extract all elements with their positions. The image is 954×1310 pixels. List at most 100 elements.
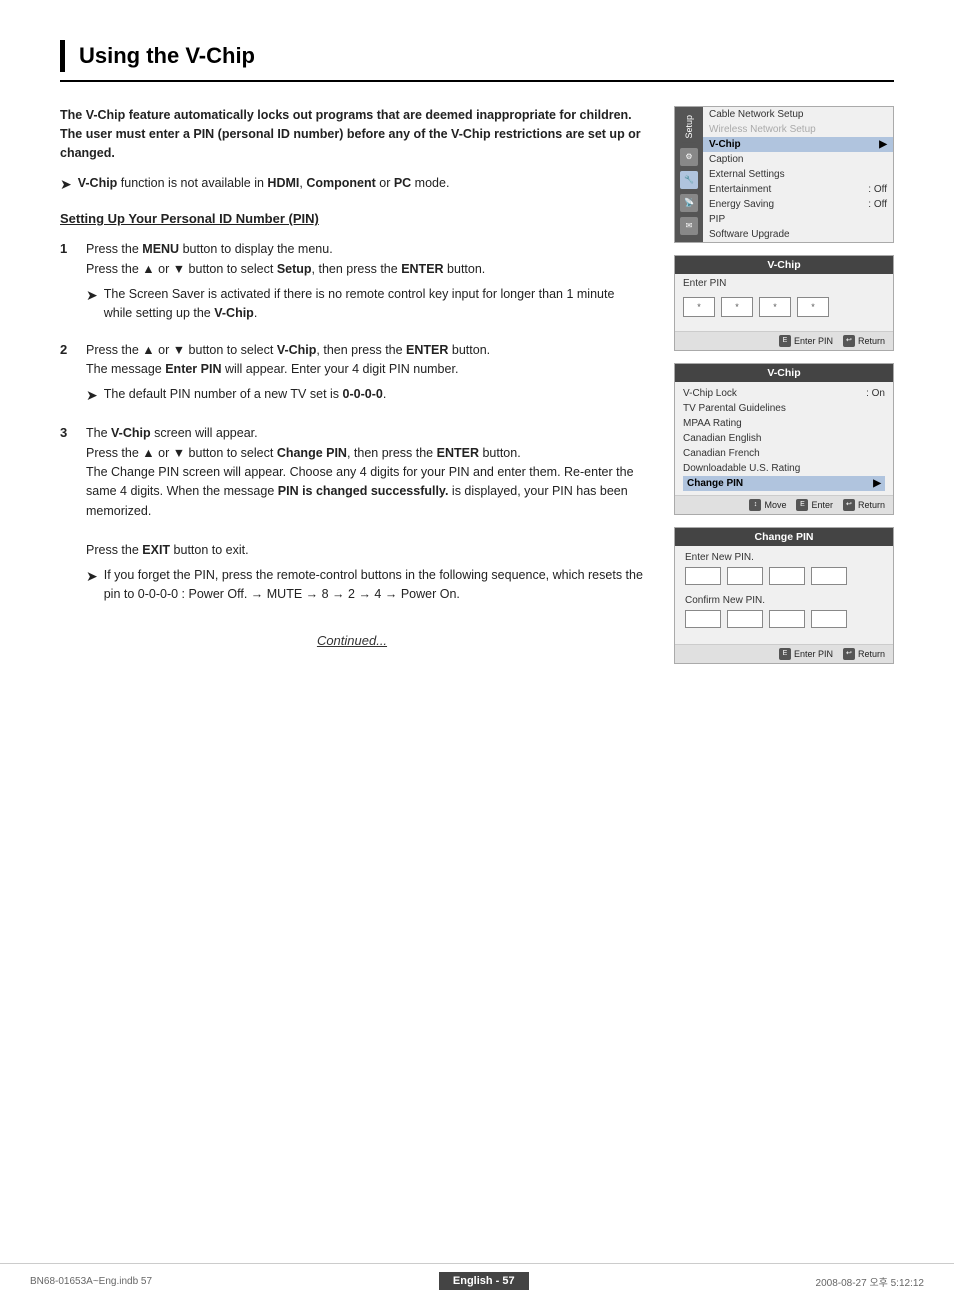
page-title: Using the V-Chip — [79, 43, 255, 69]
section-heading: Setting Up Your Personal ID Number (PIN) — [60, 211, 644, 226]
main-layout: The V-Chip feature automatically locks o… — [60, 106, 894, 664]
footer-enter-label: Enter — [811, 500, 833, 510]
vchip-note-bold2: HDMI — [267, 176, 299, 190]
sidebar-icon-4: ✉ — [680, 217, 698, 235]
confirm-pin-box-3 — [769, 610, 805, 628]
step-3-number: 3 — [60, 424, 76, 603]
vchip-downloadable-row: Downloadable U.S. Rating — [683, 461, 885, 476]
step-1-content: Press the MENU button to display the men… — [86, 240, 644, 322]
confirm-pin-box-1 — [685, 610, 721, 628]
step-3-note-text: If you forget the PIN, press the remote-… — [104, 566, 644, 604]
return-icon: ↩ — [843, 335, 855, 347]
setup-label: Setup — [682, 111, 696, 143]
menu-item-external: External Settings — [703, 167, 893, 182]
pin-box-3: * — [759, 297, 791, 317]
step-3-note: ➤ If you forget the PIN, press the remot… — [86, 566, 644, 604]
vchip-changepin-row: Change PIN▶ — [683, 476, 885, 491]
footer-return-label: Return — [858, 336, 885, 346]
footer-move: ↕ Move — [749, 499, 786, 511]
menu-item-energy: Energy Saving: Off — [703, 197, 893, 212]
enter-pin-label: Enter PIN — [683, 278, 885, 289]
footer-enterpin2-label: Enter PIN — [794, 649, 833, 659]
new-pin-box-4 — [811, 567, 847, 585]
changepin-body: Enter New PIN. Confirm New PIN. — [675, 546, 893, 644]
vchip-screen2-footer: E Enter PIN ↩ Return — [675, 331, 893, 350]
step-2-note-text: The default PIN number of a new TV set i… — [104, 385, 387, 404]
menu-item-entertainment: Entertainment: Off — [703, 182, 893, 197]
vchip-note-bold3: Component — [306, 176, 375, 190]
vchip-screen3-body: V-Chip Lock: On TV Parental Guidelines M… — [675, 382, 893, 495]
bottom-left-text: BN68-01653A~Eng.indb 57 — [30, 1276, 152, 1287]
step-1-arrow-icon: ➤ — [86, 285, 98, 306]
confirm-pin-box-2 — [727, 610, 763, 628]
screenshot-changepin: Change PIN Enter New PIN. Confirm New PI… — [674, 527, 894, 664]
screenshot-vchip-enterpin: V-Chip Enter PIN * * * * E Enter PIN — [674, 255, 894, 351]
step-3: 3 The V-Chip screen will appear. Press t… — [60, 424, 644, 603]
footer-enterpin2: E Enter PIN — [779, 648, 833, 660]
new-pin-box-2 — [727, 567, 763, 585]
vchip-lock-row: V-Chip Lock: On — [683, 386, 885, 401]
confirm-pin-box-4 — [811, 610, 847, 628]
step-2: 2 Press the ▲ or ▼ button to select V-Ch… — [60, 341, 644, 407]
return3-icon: ↩ — [843, 648, 855, 660]
menu-item-vchip: V-Chip▶ — [703, 137, 893, 152]
title-bar-decoration — [60, 40, 65, 72]
vchip-note-bold4: PC — [394, 176, 411, 190]
arrow-icon: ➤ — [60, 176, 72, 193]
return2-icon: ↩ — [843, 499, 855, 511]
pin-box-1: * — [683, 297, 715, 317]
footer-enterpin-label: Enter PIN — [794, 336, 833, 346]
step-2-content: Press the ▲ or ▼ button to select V-Chip… — [86, 341, 644, 407]
confirm-new-pin-label: Confirm New PIN. — [685, 595, 883, 606]
screenshot-setup-menu: Setup ⚙ 🔧 📡 ✉ Cable Network Setup Wirele… — [674, 106, 894, 243]
title-section: Using the V-Chip — [60, 40, 894, 82]
vchip-screen2-title: V-Chip — [675, 256, 893, 274]
step-2-note: ➤ The default PIN number of a new TV set… — [86, 385, 644, 406]
vchip-screen3-title: V-Chip — [675, 364, 893, 382]
step-1: 1 Press the MENU button to display the m… — [60, 240, 644, 322]
enterpin-icon: E — [779, 335, 791, 347]
bottom-bar: BN68-01653A~Eng.indb 57 English - 57 200… — [0, 1263, 954, 1290]
pin-box-4: * — [797, 297, 829, 317]
menu-item-cable: Cable Network Setup — [703, 107, 893, 122]
vchip-screen3-footer: ↕ Move E Enter ↩ Return — [675, 495, 893, 514]
page-number: English - 57 — [439, 1272, 529, 1290]
new-pin-boxes — [685, 567, 883, 585]
continued-text: Continued... — [60, 633, 644, 648]
intro-text-bold: The V-Chip feature automatically locks o… — [60, 108, 641, 160]
vchip-note: ➤ V-Chip function is not available in HD… — [60, 176, 644, 193]
page: Using the V-Chip The V-Chip feature auto… — [0, 0, 954, 1310]
new-pin-box-3 — [769, 567, 805, 585]
setup-menu-items: Cable Network Setup Wireless Network Set… — [703, 107, 893, 242]
enterpin2-icon: E — [779, 648, 791, 660]
new-pin-box-1 — [685, 567, 721, 585]
sidebar-icon-1: ⚙ — [680, 148, 698, 166]
footer-return3-label: Return — [858, 649, 885, 659]
vchip-tv-guidelines-row: TV Parental Guidelines — [683, 401, 885, 416]
step-3-arrow-icon: ➤ — [86, 566, 98, 587]
pin-boxes: * * * * — [683, 297, 885, 317]
footer-return: ↩ Return — [843, 335, 885, 347]
menu-item-wireless: Wireless Network Setup — [703, 122, 893, 137]
footer-enterpin: E Enter PIN — [779, 335, 833, 347]
vchip-note-bold1: V-Chip — [78, 176, 118, 190]
screenshot-vchip-menu: V-Chip V-Chip Lock: On TV Parental Guide… — [674, 363, 894, 515]
right-screenshots: Setup ⚙ 🔧 📡 ✉ Cable Network Setup Wirele… — [674, 106, 894, 664]
step-2-arrow-icon: ➤ — [86, 385, 98, 406]
vchip-canadian-fr-row: Canadian French — [683, 446, 885, 461]
footer-enter: E Enter — [796, 499, 833, 511]
changepin-title: Change PIN — [675, 528, 893, 546]
step-1-note: ➤ The Screen Saver is activated if there… — [86, 285, 644, 323]
enter-new-pin-label: Enter New PIN. — [685, 552, 883, 563]
menu-item-pip: PIP — [703, 212, 893, 227]
move-icon: ↕ — [749, 499, 761, 511]
step-1-note-text: The Screen Saver is activated if there i… — [104, 285, 644, 323]
footer-return3: ↩ Return — [843, 648, 885, 660]
vchip-note-text: V-Chip function is not available in HDMI… — [78, 176, 450, 190]
enter-icon: E — [796, 499, 808, 511]
footer-return2: ↩ Return — [843, 499, 885, 511]
setup-sidebar: Setup ⚙ 🔧 📡 ✉ — [675, 107, 703, 242]
step-2-number: 2 — [60, 341, 76, 407]
menu-item-caption: Caption — [703, 152, 893, 167]
step-3-content: The V-Chip screen will appear. Press the… — [86, 424, 644, 603]
